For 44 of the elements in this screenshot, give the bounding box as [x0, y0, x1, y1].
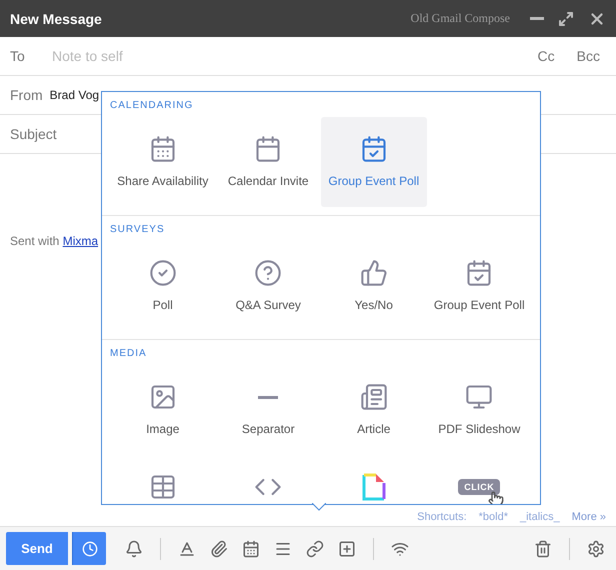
- newspaper-icon: [360, 383, 388, 411]
- menu-item[interactable]: Calendar Invite: [216, 117, 321, 207]
- cc-button[interactable]: Cc: [532, 48, 561, 64]
- section-title: SURVEYS: [110, 223, 166, 237]
- thumbs-up-icon: [360, 259, 388, 287]
- expand-icon[interactable]: [558, 10, 574, 26]
- hand-cursor-icon: [488, 491, 504, 504]
- calendar-grid-icon: [148, 135, 177, 163]
- signature-link[interactable]: Mixma: [62, 234, 98, 248]
- section-title: MEDIA: [110, 347, 148, 361]
- check-circle-icon: [148, 259, 177, 287]
- menu-item[interactable]: Q&A Survey: [216, 241, 321, 331]
- shortcut-hint: _italics_: [520, 511, 560, 523]
- field-label: From: [10, 87, 43, 103]
- menu-item[interactable]: PDF Slideshow: [426, 365, 532, 455]
- question-icon: [254, 259, 282, 287]
- menu-item[interactable]: Image: [110, 365, 216, 455]
- calendar-check-icon: [465, 259, 494, 287]
- window-title: New Message: [10, 10, 103, 26]
- menu-item[interactable]: Poll: [110, 241, 216, 331]
- menu-item[interactable]: Yes/No: [321, 241, 426, 331]
- brand-label: Old Gmail Compose: [410, 11, 510, 26]
- field-label: To: [10, 48, 26, 64]
- menu-item[interactable]: Separator: [216, 365, 321, 455]
- clock-icon: [82, 540, 98, 556]
- monitor-icon: [465, 383, 494, 411]
- calendar-check-icon: [360, 135, 388, 163]
- menu-item[interactable]: Group Event Poll: [321, 117, 426, 207]
- from-value[interactable]: Brad Vog: [50, 88, 100, 102]
- shortcuts-label: Shortcuts:: [417, 511, 467, 523]
- menu-item[interactable]: Share Availability: [110, 117, 216, 207]
- image-icon: [148, 383, 177, 411]
- menu-item[interactable]: Article: [321, 365, 426, 455]
- separator-icon: [258, 396, 278, 398]
- bcc-button[interactable]: Bcc: [570, 48, 606, 64]
- table-icon: [148, 473, 177, 501]
- calendar-icon: [254, 135, 282, 163]
- schedule-button[interactable]: [72, 532, 106, 565]
- shortcut-hint: *bold*: [478, 511, 508, 523]
- menu-item[interactable]: Group Event Poll: [426, 241, 532, 331]
- section-title: CALENDARING: [110, 99, 194, 113]
- send-button[interactable]: Send: [6, 532, 68, 565]
- field-label: Subject: [10, 126, 57, 142]
- gif-icon: [362, 473, 386, 501]
